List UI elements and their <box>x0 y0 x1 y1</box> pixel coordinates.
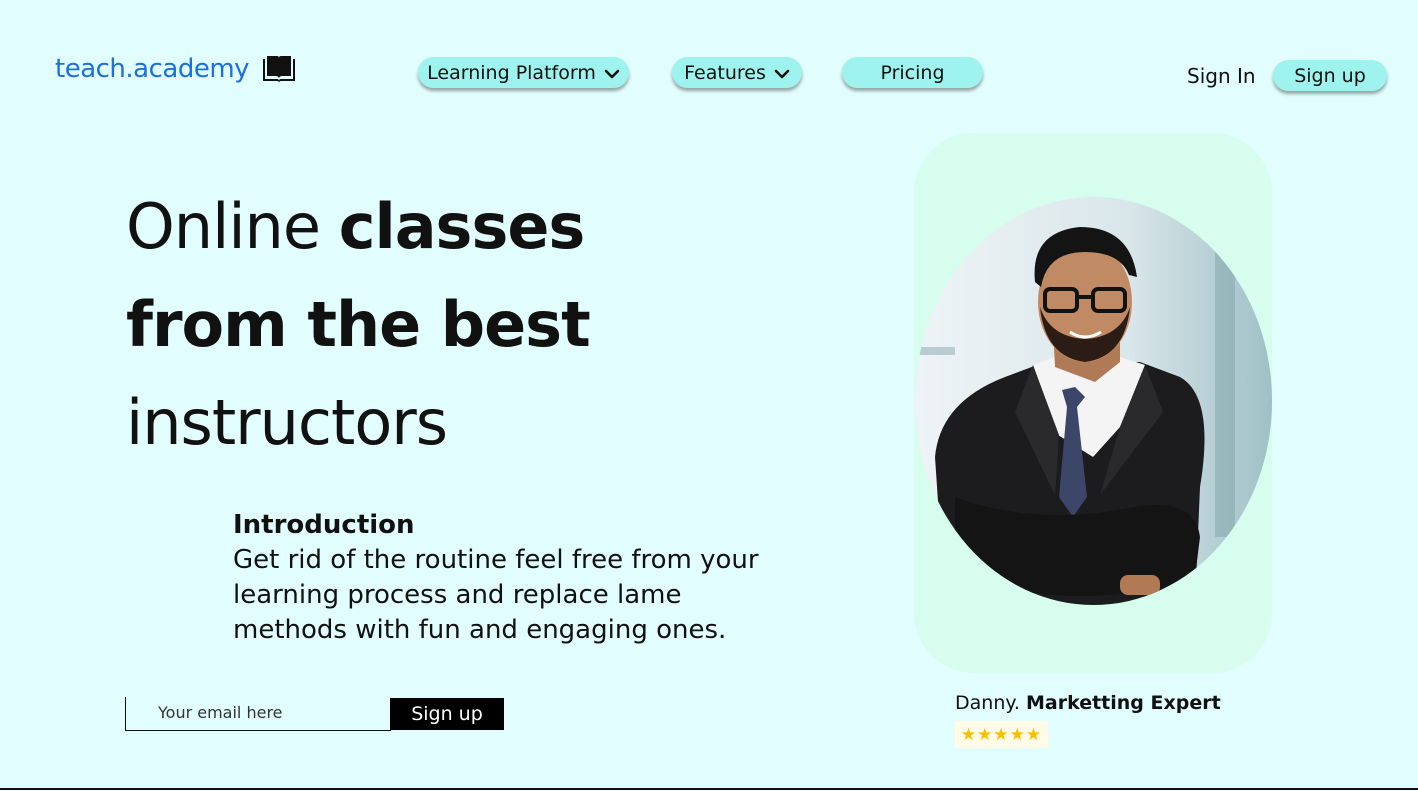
testimonial-role: Marketting Expert <box>1025 692 1221 714</box>
nav-pricing[interactable]: Pricing <box>842 57 983 88</box>
email-field-wrapper <box>125 697 391 731</box>
email-field[interactable] <box>156 697 385 727</box>
chevron-down-icon <box>774 65 790 81</box>
star-rating: ★★★★★ <box>955 721 1048 748</box>
testimonial-author: Danny. Marketting Expert <box>955 692 1221 714</box>
intro-section: Introduction Get rid of the routine feel… <box>233 508 773 648</box>
book-icon <box>261 54 297 84</box>
sign-up-button-label: Sign up <box>1294 64 1366 87</box>
headline-line3-regular: instructors <box>126 386 448 459</box>
nav-learning-platform-label: Learning Platform <box>427 61 596 84</box>
sign-up-button[interactable]: Sign up <box>1273 60 1387 91</box>
logo-text: teach.academy <box>55 54 250 84</box>
nav-learning-platform[interactable]: Learning Platform <box>418 57 629 88</box>
chevron-down-icon <box>604 65 620 81</box>
bottom-divider <box>0 788 1418 790</box>
nav-features-label: Features <box>684 61 766 84</box>
nav-features[interactable]: Features <box>672 57 802 88</box>
headline-line2-bold: from the best <box>126 288 591 361</box>
headline-line1-bold: classes <box>338 190 586 263</box>
nav-pricing-label: Pricing <box>880 61 945 84</box>
testimonial-name: Danny. <box>955 692 1020 714</box>
email-sign-up-button[interactable]: Sign up <box>390 698 504 730</box>
intro-title: Introduction <box>233 510 415 540</box>
hero-headline: Online classes from the best instructors <box>126 178 591 472</box>
logo[interactable]: teach.academy <box>55 54 297 84</box>
instructor-photo <box>915 197 1272 605</box>
sign-in-link[interactable]: Sign In <box>1187 64 1256 88</box>
intro-text: Get rid of the routine feel free from yo… <box>233 545 759 645</box>
headline-line1-regular: Online <box>126 190 339 263</box>
